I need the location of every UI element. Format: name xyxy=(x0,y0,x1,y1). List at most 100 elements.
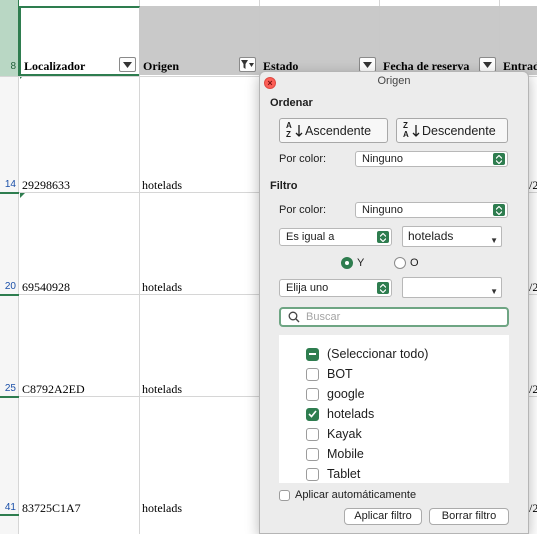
list-item-tablet[interactable]: Tablet xyxy=(306,466,360,482)
cell-origen[interactable]: hotelads xyxy=(142,178,182,193)
radio-unselected-icon xyxy=(394,257,406,269)
header-label: Origen xyxy=(143,59,179,73)
and-radio[interactable]: Y xyxy=(341,257,364,269)
sort-ascending-button[interactable]: AZ Ascendente xyxy=(279,118,388,143)
list-item-label: Tablet xyxy=(327,467,361,481)
auto-apply-label: Aplicar automáticamente xyxy=(295,489,417,501)
or-radio[interactable]: O xyxy=(394,257,419,269)
checkbox-icon[interactable] xyxy=(306,387,319,401)
row-number: 41 xyxy=(4,502,16,513)
and-radio-label: Y xyxy=(357,257,365,269)
sort-descending-label: Descendente xyxy=(422,123,496,138)
row-number: 25 xyxy=(4,383,16,394)
sort-by-color-select[interactable]: Ninguno xyxy=(355,151,508,167)
cell-entrada[interactable]: /2 xyxy=(529,280,537,295)
combo-arrow-icon[interactable]: ▼ xyxy=(490,282,498,301)
cell-comment-marker xyxy=(20,193,25,198)
cell-localizador[interactable]: 83725C1A7 xyxy=(22,501,81,516)
dropdown-arrow-icon xyxy=(123,61,132,68)
list-item-label: hotelads xyxy=(327,407,375,421)
sort-descending-button[interactable]: ZA Descendente xyxy=(396,118,508,143)
select-updown-icon xyxy=(493,204,505,216)
checkbox-icon[interactable] xyxy=(306,447,319,461)
list-item-select-all[interactable]: (Seleccionar todo) xyxy=(306,346,428,362)
checkbox-icon[interactable] xyxy=(306,367,319,381)
cell-origen[interactable]: hotelads xyxy=(142,280,182,295)
active-filter-button[interactable] xyxy=(239,57,256,72)
cell-localizador[interactable]: 29298633 xyxy=(22,178,70,193)
filter-popup: × Origen Ordenar AZ Ascendente ZA Descen… xyxy=(259,71,529,534)
or-radio-label: O xyxy=(410,257,419,269)
sort-section-title: Ordenar xyxy=(270,97,313,109)
dropdown-arrow-icon xyxy=(483,61,492,68)
search-icon xyxy=(288,311,300,323)
condition1-value: hotelads xyxy=(408,229,454,243)
header-label: Localizador xyxy=(24,59,86,73)
hidden-rows-marker xyxy=(0,294,19,296)
row-number: 14 xyxy=(4,179,16,190)
checkbox-icon[interactable] xyxy=(306,467,319,481)
values-list: (Seleccionar todo) BOT google hotelads K… xyxy=(279,335,509,483)
header-cell-origen[interactable]: Origen xyxy=(140,6,260,75)
list-item-google[interactable]: google xyxy=(306,386,365,402)
header-cell-fecha-de-reserva[interactable]: Fecha de reserva xyxy=(380,6,500,75)
row-number-gutter xyxy=(0,0,19,534)
list-item-label: Kayak xyxy=(327,427,362,441)
sort-descending-icon: ZA xyxy=(401,121,422,140)
row-number: 8 xyxy=(10,61,16,72)
filter-by-color-value: Ninguno xyxy=(362,204,403,216)
list-item-kayak[interactable]: Kayak xyxy=(306,426,362,442)
auto-apply-option[interactable]: Aplicar automáticamente xyxy=(279,489,416,501)
select-updown-icon xyxy=(493,153,505,165)
hidden-rows-marker xyxy=(0,514,19,516)
search-placeholder: Buscar xyxy=(306,311,341,323)
sort-ascending-icon: AZ xyxy=(284,121,305,140)
popup-title: Origen xyxy=(377,75,411,87)
condition2-value-combo[interactable]: ▼ xyxy=(402,277,502,298)
cell-entrada[interactable]: /2 xyxy=(529,382,537,397)
column-divider xyxy=(139,0,140,534)
cell-entrada[interactable]: /2 xyxy=(529,178,537,193)
radio-selected-icon xyxy=(341,257,353,269)
row-number: 20 xyxy=(4,281,16,292)
list-item-bot[interactable]: BOT xyxy=(306,366,353,382)
header-cell-entrada[interactable]: Entrad xyxy=(500,6,537,75)
apply-filter-button[interactable]: Aplicar filtro xyxy=(344,508,422,525)
filter-by-color-select[interactable]: Ninguno xyxy=(355,202,508,218)
select-updown-icon xyxy=(377,282,389,294)
cell-localizador[interactable]: 69540928 xyxy=(22,280,70,295)
condition2-operator-select[interactable]: Elija uno xyxy=(279,279,392,297)
checkbox-icon[interactable] xyxy=(306,427,319,441)
filter-dropdown-button[interactable] xyxy=(479,57,496,72)
dropdown-arrow-icon xyxy=(363,61,372,68)
clear-filter-button[interactable]: Borrar filtro xyxy=(429,508,509,525)
funnel-icon xyxy=(241,59,254,69)
cell-entrada[interactable]: /2 xyxy=(529,501,537,516)
list-item-label: Mobile xyxy=(327,447,364,461)
search-input[interactable]: Buscar xyxy=(279,307,509,327)
select-updown-icon xyxy=(377,231,389,243)
sort-by-color-value: Ninguno xyxy=(362,153,403,165)
hidden-rows-marker xyxy=(0,192,19,194)
cell-origen[interactable]: hotelads xyxy=(142,501,182,516)
header-cell-estado[interactable]: Estado xyxy=(260,6,380,75)
header-cell-localizador[interactable]: Localizador xyxy=(19,6,140,75)
condition1-operator-select[interactable]: Es igual a xyxy=(279,228,392,246)
cell-origen[interactable]: hotelads xyxy=(142,382,182,397)
filter-dropdown-button[interactable] xyxy=(119,57,136,72)
combo-arrow-icon[interactable]: ▼ xyxy=(490,231,498,250)
list-item-label: BOT xyxy=(327,367,353,381)
filter-section-title: Filtro xyxy=(270,180,298,192)
cell-localizador[interactable]: C8792A2ED xyxy=(22,382,85,397)
condition2-operator-value: Elija uno xyxy=(286,282,329,294)
condition1-operator-value: Es igual a xyxy=(286,231,335,243)
condition1-value-combo[interactable]: hotelads ▼ xyxy=(402,226,502,247)
checkbox-mixed-icon[interactable] xyxy=(306,347,319,361)
filter-dropdown-button[interactable] xyxy=(359,57,376,72)
sort-ascending-label: Ascendente xyxy=(305,123,372,138)
list-item-label: (Seleccionar todo) xyxy=(327,347,429,361)
list-item-mobile[interactable]: Mobile xyxy=(306,446,364,462)
list-item-hotelads[interactable]: hotelads xyxy=(306,406,374,422)
checkbox-icon[interactable] xyxy=(279,489,290,501)
checkbox-checked-icon[interactable] xyxy=(306,407,319,421)
